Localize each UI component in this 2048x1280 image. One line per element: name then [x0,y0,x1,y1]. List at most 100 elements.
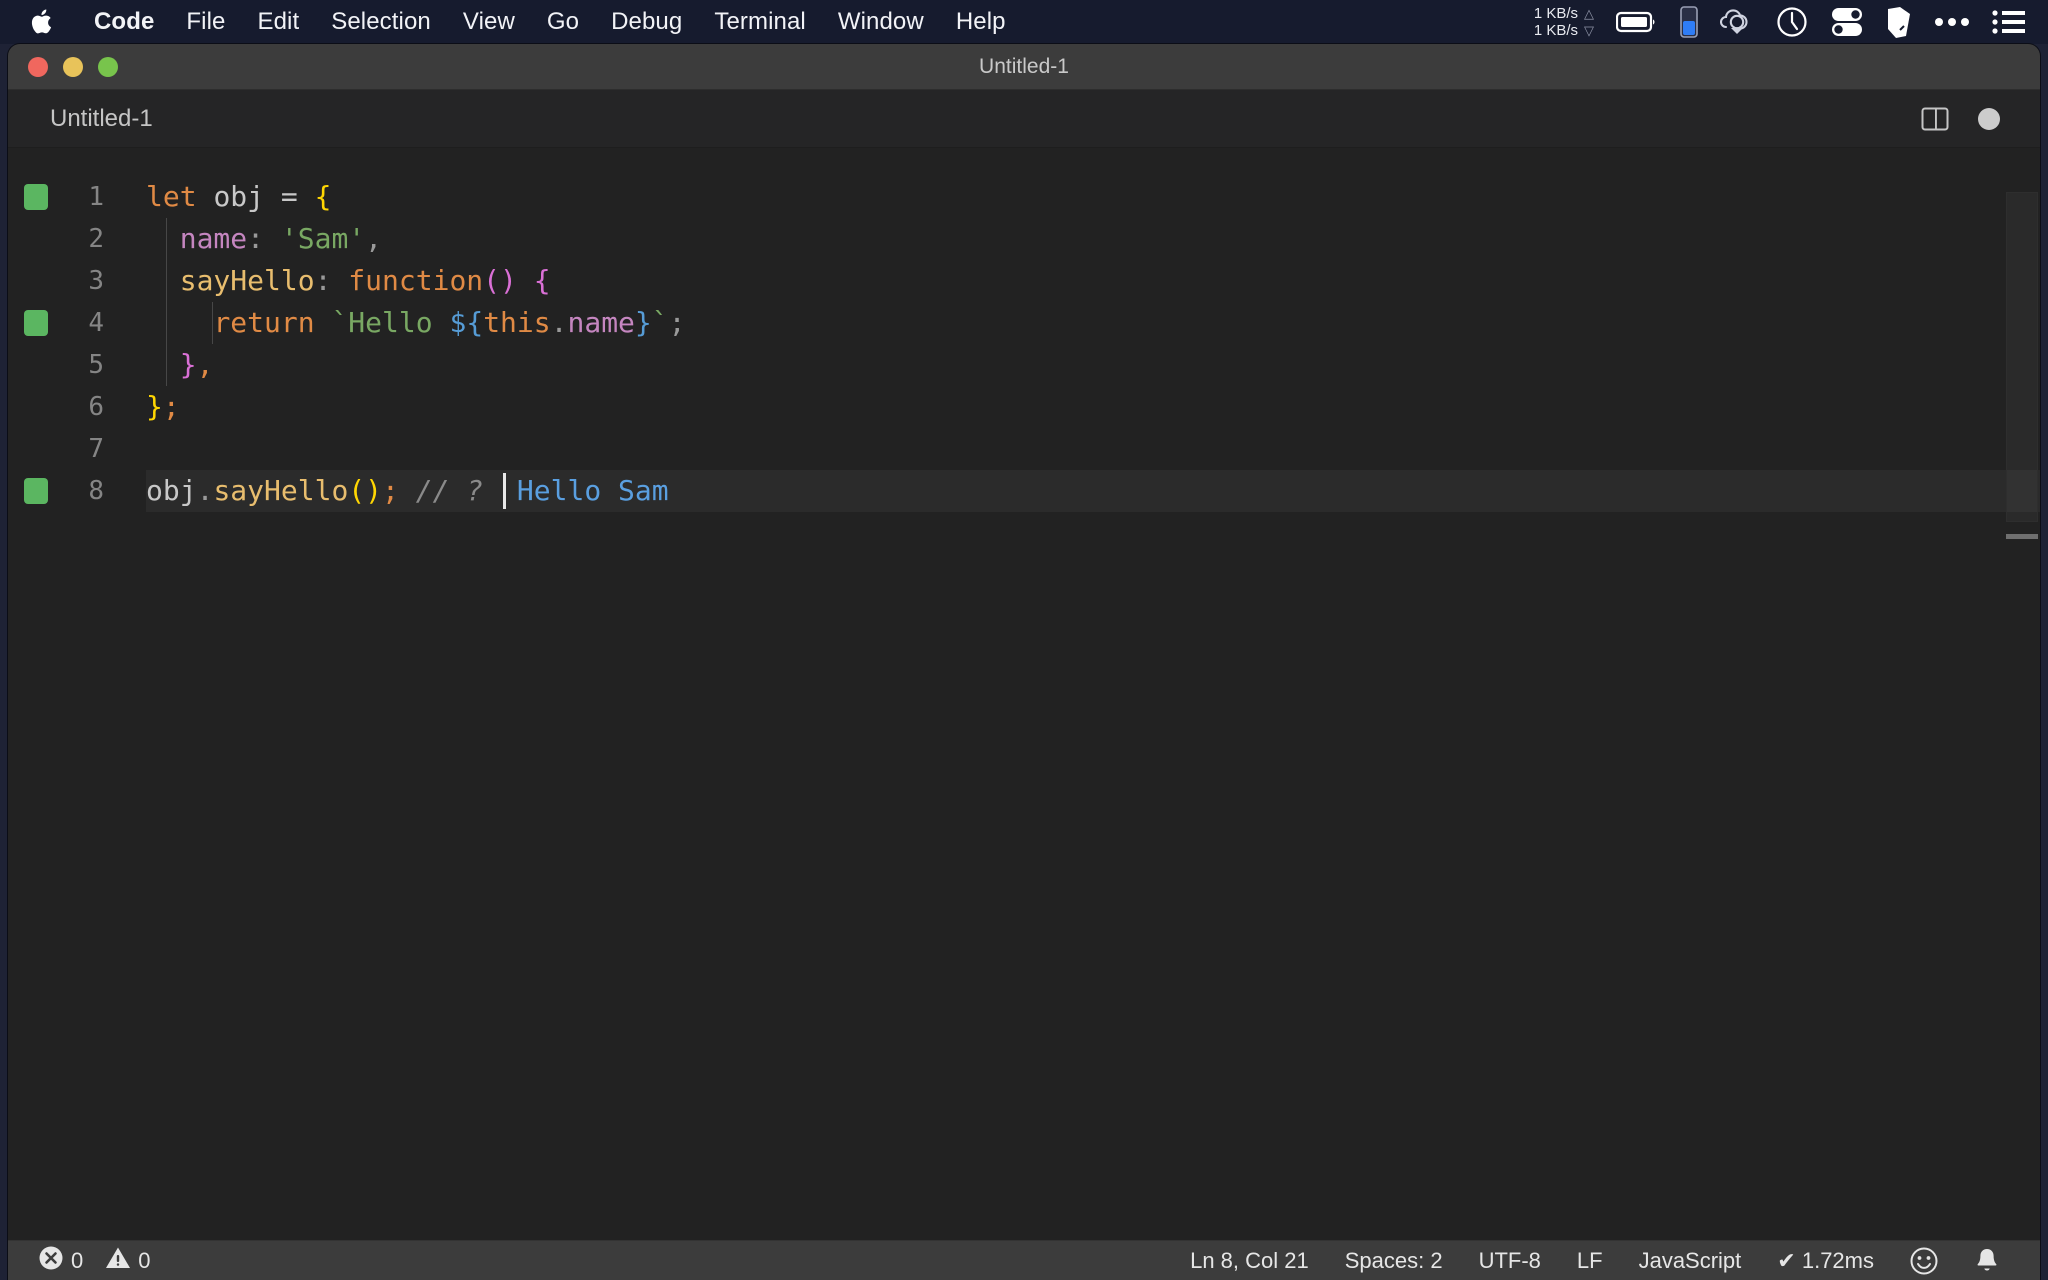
code-line[interactable]: 6}; [8,386,2040,428]
vertical-scrollbar[interactable] [2004,148,2040,1240]
code-token: ; [669,306,686,339]
line-number: 7 [8,434,126,464]
menu-item-selection[interactable]: Selection [315,0,447,44]
cursor-position[interactable]: Ln 8, Col 21 [1172,1248,1327,1274]
code-token [315,306,332,339]
code-line-text: let obj = { [126,176,2040,218]
split-editor-icon[interactable] [1920,104,1950,134]
code-token [298,180,315,213]
clock-icon[interactable] [1776,6,1808,38]
code-line[interactable]: 7 [8,428,2040,470]
scrollbar-decoration-mark [2006,534,2038,539]
menu-item-help[interactable]: Help [940,0,1022,44]
eol-setting[interactable]: LF [1559,1248,1621,1274]
code-token: { [534,264,551,297]
code-token: ; [163,390,180,423]
toggles-icon[interactable] [1830,6,1864,38]
apple-logo-icon[interactable] [30,7,56,37]
smiley-icon[interactable] [1892,1247,1956,1275]
breadcrumb[interactable]: Untitled-1 [50,105,153,133]
code-token: let [146,180,197,213]
code-token [264,180,281,213]
code-token: sayHello [180,264,315,297]
menu-item-file[interactable]: File [170,0,241,44]
unsaved-changes-dot[interactable] [1978,108,2000,130]
menu-item-debug[interactable]: Debug [595,0,698,44]
bell-icon[interactable] [1956,1247,2018,1275]
code-token: ` [652,306,669,339]
error-count[interactable]: 0 [38,1245,83,1277]
window-controls [28,57,118,77]
warning-triangle-icon [105,1245,131,1277]
code-token [331,264,348,297]
network-download-speed: 1 KB/s [1534,22,1578,39]
code-line[interactable]: 5 }, [8,344,2040,386]
minimize-button[interactable] [63,57,83,77]
code-token: : [247,222,264,255]
indent-guide [166,218,167,386]
code-line-text: name: 'Sam', [126,218,2040,260]
editor-breadcrumb-bar: Untitled-1 [8,90,2040,148]
error-count-value: 0 [71,1248,83,1274]
text-cursor [503,473,506,509]
code-token: this [483,306,550,339]
code-token [483,474,517,507]
memory-gauge-icon[interactable] [1680,6,1698,38]
code-token: function [348,264,483,297]
status-bar-right: Ln 8, Col 21 Spaces: 2 UTF-8 LF JavaScri… [1172,1247,2040,1275]
code-line-text: }; [126,386,2040,428]
error-circle-icon [38,1245,64,1277]
git-change-marker [24,478,48,504]
code-token: ${ [449,306,483,339]
code-token: Hello Sam [517,474,669,507]
shield-icon[interactable] [1886,6,1912,38]
language-mode[interactable]: JavaScript [1621,1248,1760,1274]
code-token [146,264,180,297]
menu-item-view[interactable]: View [447,0,531,44]
line-number: 6 [8,392,126,422]
macos-menu-bar: Code File Edit Selection View Go Debug T… [0,0,2048,44]
menu-item-terminal[interactable]: Terminal [698,0,822,44]
code-editor[interactable]: 1let obj = {2 name: 'Sam',3 sayHello: fu… [8,148,2040,1240]
code-token: , [365,222,382,255]
maximize-button[interactable] [98,57,118,77]
list-menu-icon[interactable] [1992,9,2026,35]
battery-icon[interactable] [1616,10,1658,34]
network-speed-indicator[interactable]: 1 KB/s 1 KB/s △ ▽ [1534,5,1594,39]
menu-item-code[interactable]: Code [78,0,170,44]
code-token: : [315,264,332,297]
indentation-setting[interactable]: Spaces: 2 [1327,1248,1461,1274]
code-token [146,306,213,339]
code-token: 'Sam' [281,222,365,255]
menu-bar-tray: 1 KB/s 1 KB/s △ ▽ [1534,5,2048,39]
code-token: name [180,222,247,255]
cloud-sync-icon[interactable] [1720,8,1754,36]
scrollbar-thumb[interactable] [2006,192,2038,522]
menu-item-window[interactable]: Window [822,0,940,44]
code-line-text: return `Hello ${this.name}`; [126,302,2040,344]
code-token [517,264,534,297]
close-button[interactable] [28,57,48,77]
code-line[interactable]: 3 sayHello: function() { [8,260,2040,302]
code-line[interactable]: 1let obj = { [8,176,2040,218]
download-arrow-icon: ▽ [1584,22,1594,39]
code-token: name [567,306,634,339]
window-title: Untitled-1 [8,55,2040,79]
network-upload-speed: 1 KB/s [1534,5,1578,22]
encoding-setting[interactable]: UTF-8 [1461,1248,1559,1274]
menu-item-edit[interactable]: Edit [241,0,315,44]
window-title-bar: Untitled-1 [8,44,2040,90]
code-token: { [315,180,332,213]
code-token: () [348,474,382,507]
code-line[interactable]: 2 name: 'Sam', [8,218,2040,260]
code-token [399,474,416,507]
warning-count[interactable]: 0 [105,1245,150,1277]
ellipsis-icon[interactable] [1934,16,1970,28]
code-line[interactable]: 8obj.sayHello(); // ? Hello Sam [8,470,2040,512]
code-line[interactable]: 4 return `Hello ${this.name}`; [8,302,2040,344]
line-number: 2 [8,224,126,254]
code-line-text: sayHello: function() { [126,260,2040,302]
menu-item-go[interactable]: Go [531,0,595,44]
quokka-run-time[interactable]: ✔ 1.72ms [1759,1248,1892,1274]
code-line-text: }, [126,344,2040,386]
